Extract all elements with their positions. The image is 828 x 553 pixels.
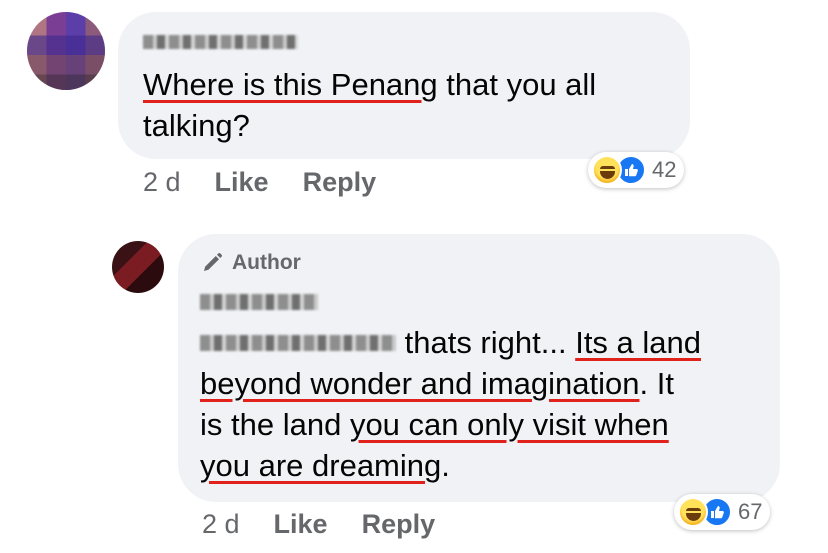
like-button[interactable]: Like <box>215 167 269 198</box>
reply-text-segment: you can only visit when <box>349 407 669 442</box>
author-badge-label: Author <box>232 251 301 274</box>
reaction-summary[interactable]: 67 <box>674 494 771 530</box>
reply-text-line: thats right... Its a land <box>200 322 701 363</box>
avatar-author[interactable] <box>112 241 164 293</box>
haha-icon <box>592 155 622 185</box>
reply-text-line: you are dreaming. <box>200 445 450 486</box>
reply-actions: 2 d Like Reply <box>202 509 435 540</box>
reply-text-line: is the land you can only visit when <box>200 404 669 445</box>
comment-text-line: talking? <box>143 105 250 146</box>
reply-text-segment: thats right... <box>396 325 576 360</box>
comment-timestamp[interactable]: 2 d <box>143 167 181 198</box>
reply-text-segment: beyond wonder and imagination <box>200 366 640 401</box>
comment-text-line: Where is this Penang that you all <box>143 64 596 105</box>
reply-text-segment: Its a land <box>575 325 702 360</box>
comment-text-segment: Where is this Penang <box>143 67 438 102</box>
reaction-summary[interactable]: 42 <box>588 152 685 188</box>
comment-text-segment: talking? <box>143 108 250 143</box>
reply-button[interactable]: Reply <box>362 509 436 540</box>
reply-text-segment: you are dreaming <box>200 448 442 483</box>
comment-actions: 2 d Like Reply <box>143 167 376 198</box>
reply-text-segment: . <box>441 448 450 483</box>
commenter-name-blurred[interactable] <box>143 35 298 49</box>
reaction-count: 67 <box>738 499 763 524</box>
avatar-commenter[interactable] <box>27 12 105 90</box>
reaction-count: 42 <box>652 157 677 182</box>
reply-timestamp[interactable]: 2 d <box>202 509 240 540</box>
haha-icon <box>678 497 708 527</box>
pencil-icon <box>204 253 222 271</box>
comment-text-segment: that you all <box>437 67 597 102</box>
author-badge: Author <box>200 249 301 277</box>
reply-text-line: beyond wonder and imagination. It <box>200 363 674 404</box>
tagged-name-blurred[interactable] <box>200 334 396 351</box>
reply-button[interactable]: Reply <box>303 167 377 198</box>
like-button[interactable]: Like <box>274 509 328 540</box>
reply-text-segment: . It <box>639 366 674 401</box>
reply-text-segment: is the land <box>200 407 350 442</box>
author-name-blurred[interactable] <box>200 294 318 310</box>
